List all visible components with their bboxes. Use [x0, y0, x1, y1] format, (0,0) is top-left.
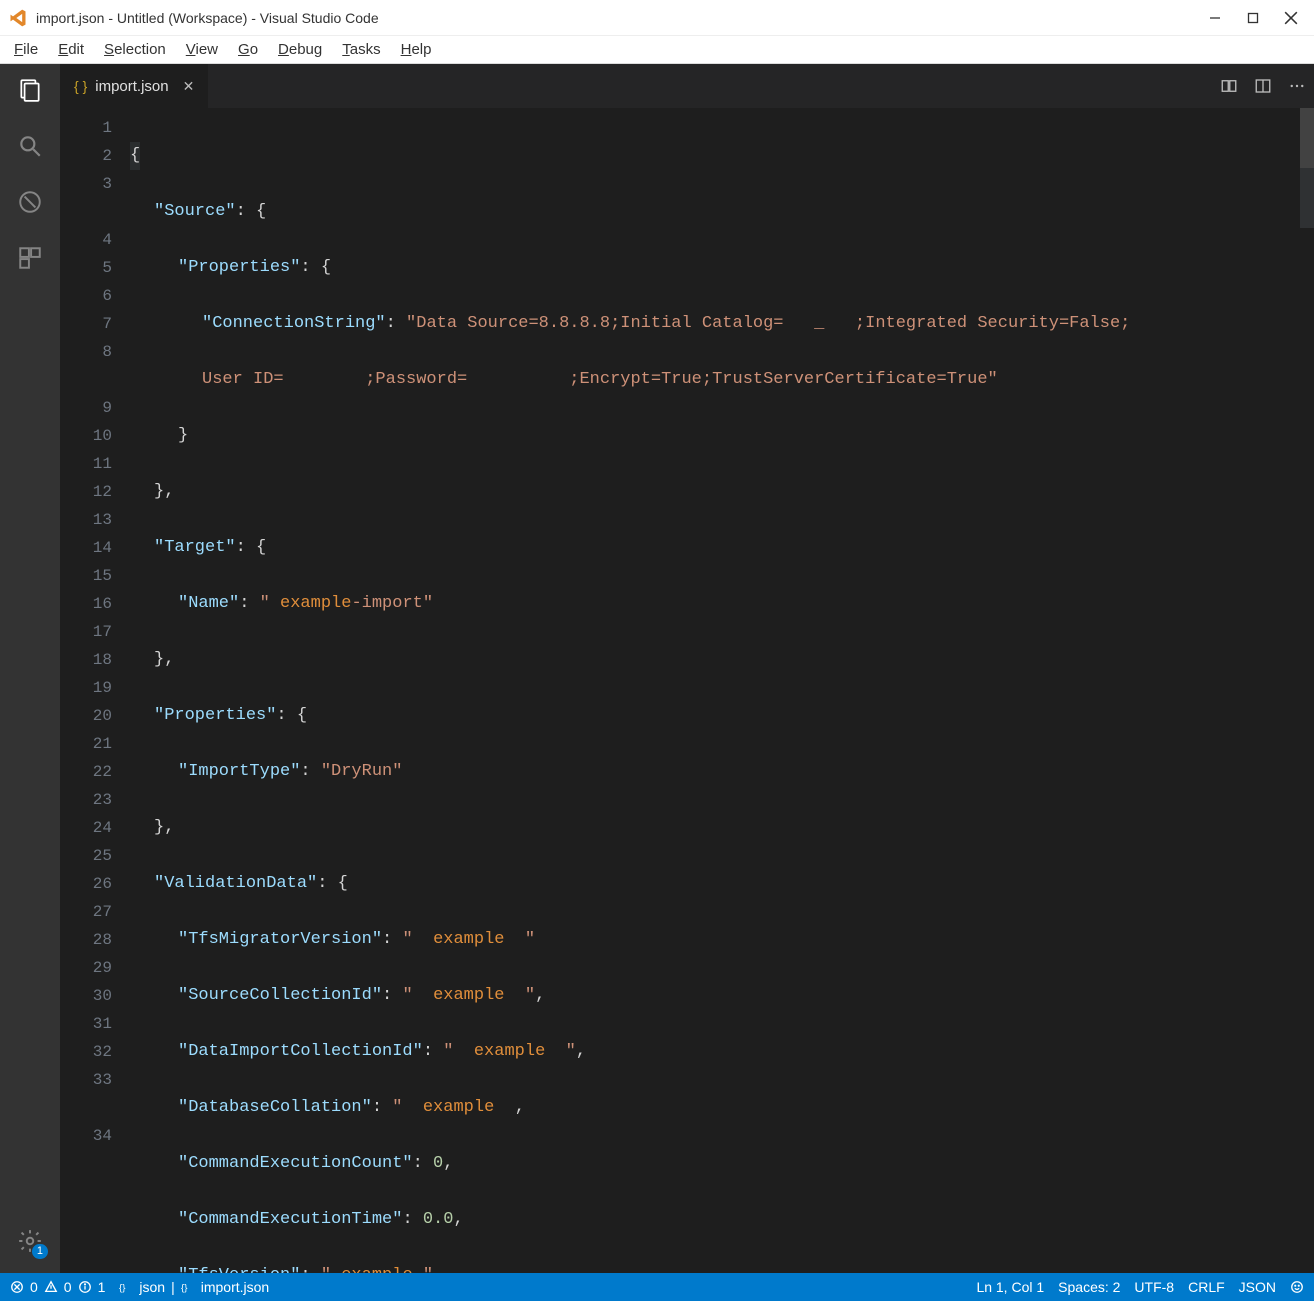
split-editor-icon[interactable]	[1246, 69, 1280, 103]
svg-text:{}: {}	[181, 1283, 188, 1294]
code-editor[interactable]: 1234567891011121314151617181920212223242…	[60, 108, 1314, 1273]
status-eol[interactable]: CRLF	[1188, 1279, 1225, 1295]
menu-go[interactable]: Go	[228, 39, 268, 60]
menu-tasks[interactable]: Tasks	[332, 39, 390, 60]
extensions-icon[interactable]	[16, 244, 44, 272]
title-bar: import.json - Untitled (Workspace) - Vis…	[0, 0, 1314, 36]
info-icon	[78, 1280, 92, 1294]
activity-bar: 1	[0, 64, 60, 1273]
tab-close-icon[interactable]: ✕	[183, 78, 195, 95]
minimize-button[interactable]	[1208, 11, 1222, 25]
warning-icon	[44, 1280, 58, 1294]
window-title: import.json - Untitled (Workspace) - Vis…	[36, 10, 1208, 26]
code-content[interactable]: { "Source": { "Properties": { "Connectio…	[130, 108, 1314, 1273]
status-feedback-icon[interactable]	[1290, 1280, 1304, 1294]
compare-changes-icon[interactable]	[1212, 69, 1246, 103]
status-encoding[interactable]: UTF-8	[1134, 1279, 1174, 1295]
scrollbar-thumb[interactable]	[1300, 108, 1314, 168]
status-spaces[interactable]: Spaces: 2	[1058, 1279, 1120, 1295]
debug-icon[interactable]	[16, 188, 44, 216]
menu-bar: File Edit Selection View Go Debug Tasks …	[0, 36, 1314, 64]
tab-filename: import.json	[95, 78, 168, 95]
settings-badge: 1	[32, 1244, 48, 1259]
menu-edit[interactable]: Edit	[48, 39, 94, 60]
more-actions-icon[interactable]	[1280, 69, 1314, 103]
status-bar: 0 0 1 {}json | {}import.json Ln 1, Col 1…	[0, 1273, 1314, 1301]
json-icon: {}	[181, 1280, 195, 1294]
menu-help[interactable]: Help	[391, 39, 442, 60]
tab-import-json[interactable]: { } import.json ✕	[60, 64, 209, 108]
close-button[interactable]	[1284, 11, 1298, 25]
status-breadcrumb[interactable]: {}json | {}import.json	[119, 1279, 269, 1295]
status-language[interactable]: JSON	[1239, 1279, 1276, 1295]
json-icon: {}	[119, 1280, 133, 1294]
maximize-button[interactable]	[1246, 11, 1260, 25]
menu-selection[interactable]: Selection	[94, 39, 176, 60]
search-icon[interactable]	[16, 132, 44, 160]
vscode-logo-icon	[8, 8, 28, 28]
editor-scrollbar[interactable]	[1300, 108, 1314, 1273]
tab-bar: { } import.json ✕	[60, 64, 1314, 108]
line-gutter: 1234567891011121314151617181920212223242…	[60, 108, 130, 1273]
error-icon	[10, 1280, 24, 1294]
svg-text:{}: {}	[119, 1283, 126, 1294]
status-lncol[interactable]: Ln 1, Col 1	[976, 1279, 1044, 1295]
menu-view[interactable]: View	[176, 39, 228, 60]
explorer-icon[interactable]	[16, 76, 44, 104]
json-file-icon: { }	[74, 78, 87, 94]
status-problems[interactable]: 0 0 1	[10, 1279, 105, 1295]
menu-file[interactable]: File	[4, 39, 48, 60]
settings-gear-icon[interactable]: 1	[16, 1227, 44, 1255]
menu-debug[interactable]: Debug	[268, 39, 332, 60]
